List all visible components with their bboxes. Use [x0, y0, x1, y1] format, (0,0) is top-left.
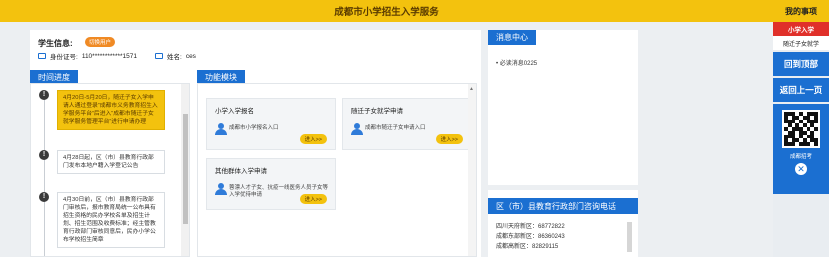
hotline-title: 区（市）县教育行政部门咨询电话: [488, 198, 638, 214]
timeline-text: 4月20日-5月20日，随迁子女入学申请人通过登录“成都市义务教育招生入学服务平…: [57, 90, 165, 130]
main-panel: 学生信息: 切换用户 身份证号: 110************1571 姓名:…: [30, 30, 481, 257]
function-card-other[interactable]: 其他群体入学申请 蓉漂人才子女、抗疫一线医务人员子女等入学优待申请 进入>>: [206, 158, 336, 210]
back-to-top-button[interactable]: 回到顶部: [773, 50, 829, 76]
message-text[interactable]: 必读消息0225: [500, 61, 537, 67]
message-center: 消息中心 • 必读消息0225: [488, 30, 638, 185]
side-item-migrant-children[interactable]: 随迁子女就学: [773, 36, 829, 50]
close-icon[interactable]: ✕: [795, 163, 807, 175]
timeline-scrollbar[interactable]: [181, 84, 189, 256]
timeline-text: 4月30日前，区（市）县教育行政部门审核后，报市教育局统一公布具有招生资格的民办…: [57, 192, 165, 248]
function-panel: 小学入学报名 成都市小学报名入口 进入>> 随迁子女就学申请 成都市随迁子女申请…: [197, 83, 477, 257]
side-item-primary-school[interactable]: 小学入学: [773, 22, 829, 36]
person-icon: [351, 123, 363, 135]
hotline-item: 成都东部新区：86360243: [496, 234, 565, 240]
enter-button[interactable]: 进入>>: [299, 194, 327, 204]
page-title: 成都市小学招生入学服务: [334, 7, 439, 18]
enter-button[interactable]: 进入>>: [299, 134, 327, 144]
message-center-tab[interactable]: 消息中心: [488, 30, 536, 45]
function-card-primary[interactable]: 小学入学报名 成都市小学报名入口 进入>>: [206, 98, 336, 150]
card-title: 其他群体入学申请: [215, 168, 267, 175]
student-info-label: 学生信息:: [38, 39, 73, 48]
card-desc: 成都市小学报名入口: [229, 125, 279, 131]
id-value: 110************1571: [81, 52, 137, 60]
name-label: 姓名:: [167, 54, 182, 61]
function-card-migrant[interactable]: 随迁子女就学申请 成都市随迁子女申请入口 进入>>: [342, 98, 472, 150]
message-item[interactable]: • 必读消息0225: [496, 58, 537, 67]
top-bar: 成都市小学招生入学服务: [0, 0, 773, 22]
qr-code-image: [782, 110, 820, 148]
exclamation-icon: !: [39, 150, 49, 160]
hotline-list: 四川天府新区：68772822 成都东部新区：86360243 成都高新区：82…: [496, 222, 565, 252]
card-title: 随迁子女就学申请: [351, 108, 403, 115]
side-panel-title: 我的事项: [773, 0, 829, 22]
name-icon: [155, 53, 163, 59]
card-desc: 成都市随迁子女申请入口: [365, 125, 426, 131]
name-value: ces: [185, 52, 196, 60]
card-title: 小学入学报名: [215, 108, 254, 115]
timeline-panel: ! 4月20日-5月20日，随迁子女入学申请人通过登录“成都市义务教育招生入学服…: [30, 83, 190, 257]
qr-panel: 成都招考 ✕: [773, 104, 829, 194]
switch-user-button[interactable]: 切换用户: [85, 37, 116, 47]
exclamation-icon: !: [39, 192, 49, 202]
exclamation-icon: !: [39, 90, 49, 100]
qr-label: 成都招考: [789, 154, 812, 160]
scrollbar-thumb[interactable]: [183, 114, 188, 224]
hotline-item: 四川天府新区：68772822: [496, 224, 565, 230]
timeline-text: 4月28日起，区（市）县教育行政部门发布本地户籍入学登记公告: [57, 150, 165, 174]
hotline-panel: 区（市）县教育行政部门咨询电话 四川天府新区：68772822 成都东部新区：8…: [488, 190, 638, 257]
id-card-icon: [38, 53, 46, 59]
function-scrollbar[interactable]: ▲: [468, 84, 476, 256]
person-icon: [215, 183, 227, 195]
side-panel: 我的事项 小学入学 随迁子女就学 回到顶部 返回上一页 成都招考 ✕: [773, 0, 829, 257]
scroll-up-icon[interactable]: ▲: [469, 86, 474, 92]
student-info-row: 身份证号: 110************1571 姓名: ces: [38, 51, 196, 61]
timeline-item: ! 4月28日起，区（市）县教育行政部门发布本地户籍入学登记公告: [39, 150, 174, 174]
timeline-item: ! 4月20日-5月20日，随迁子女入学申请人通过登录“成都市义务教育招生入学服…: [39, 90, 174, 130]
id-label: 身份证号:: [50, 54, 78, 61]
hotline-item: 成都高新区：82829115: [496, 244, 559, 250]
back-prev-button[interactable]: 返回上一页: [773, 76, 829, 102]
enter-button[interactable]: 进入>>: [435, 134, 463, 144]
timeline-item: ! 4月30日前，区（市）县教育行政部门审核后，报市教育局统一公布具有招生资格的…: [39, 192, 174, 248]
person-icon: [215, 123, 227, 135]
hotline-scrollbar[interactable]: [627, 222, 632, 252]
